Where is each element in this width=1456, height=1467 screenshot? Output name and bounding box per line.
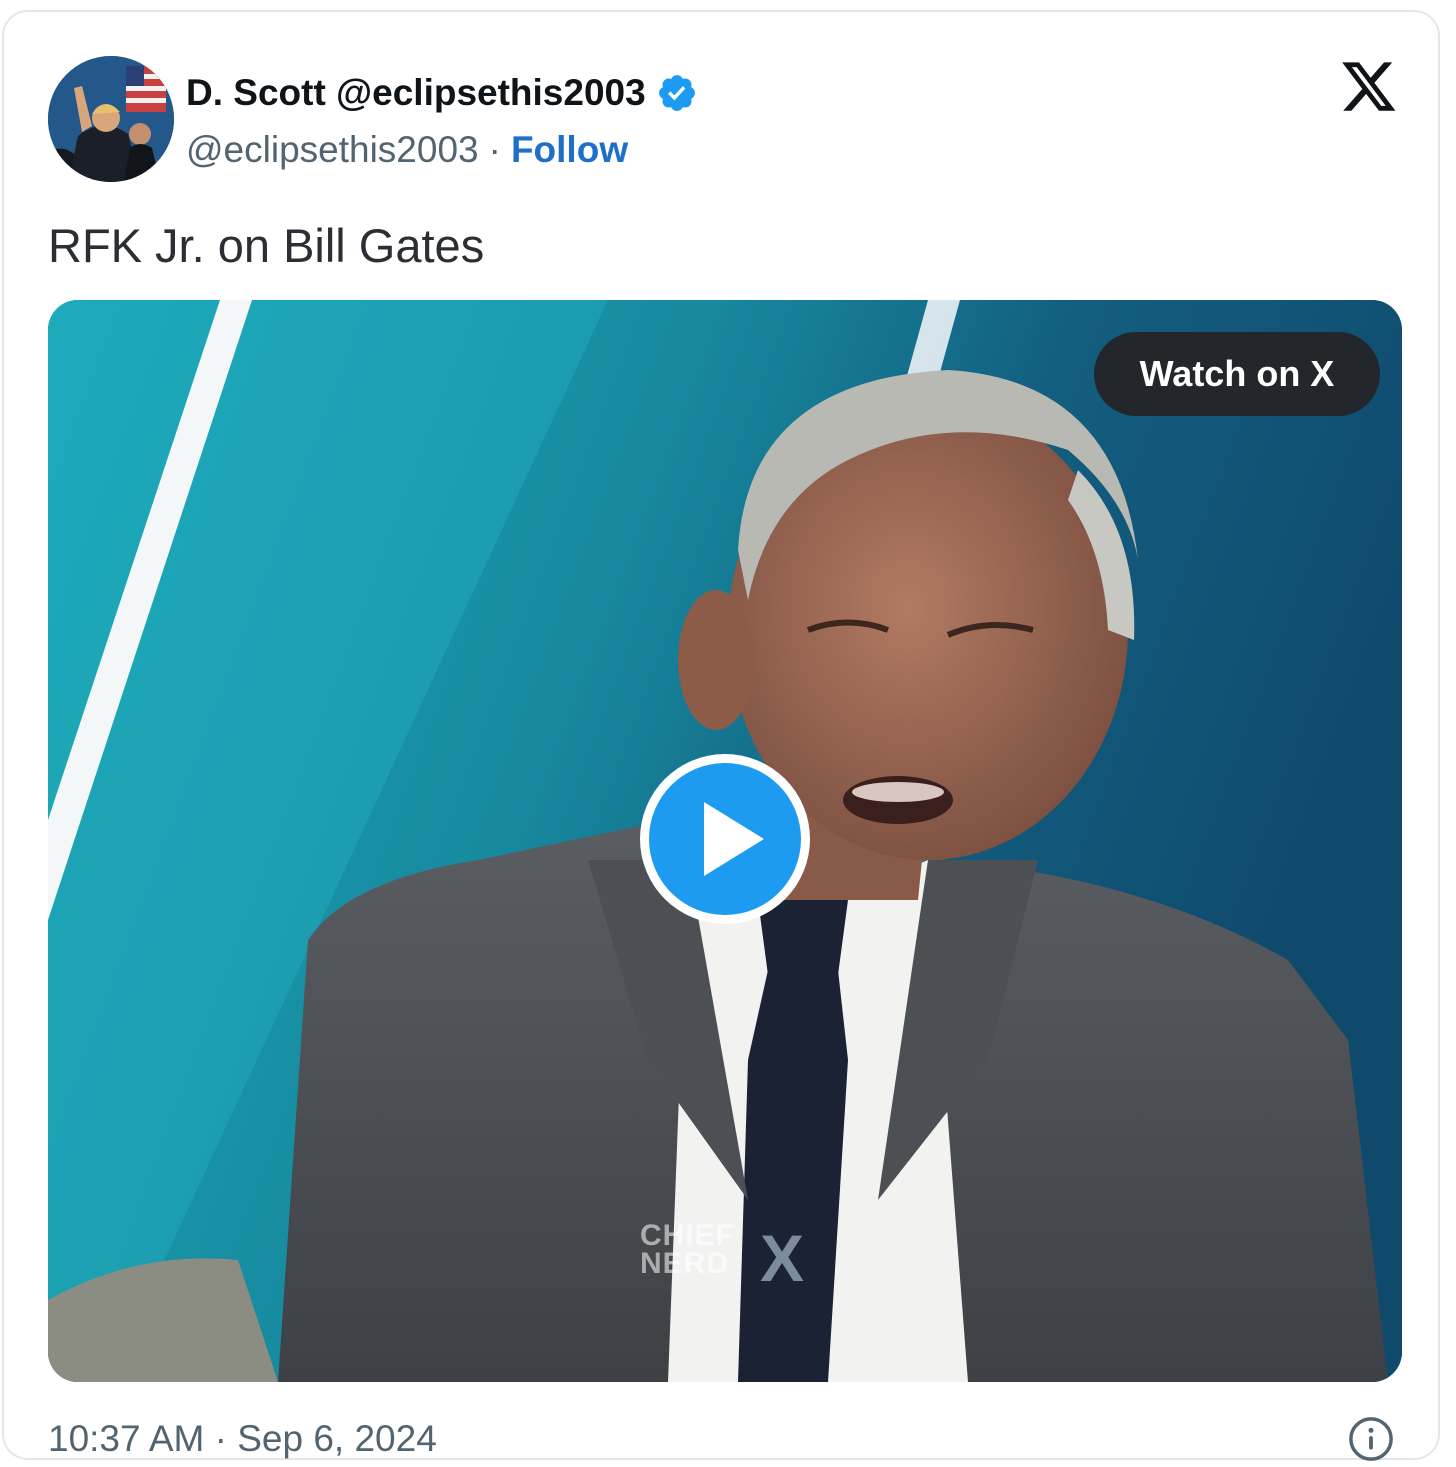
watch-on-x-button[interactable]: Watch on X [1094, 332, 1380, 416]
watermark-line-1: CHIEF [640, 1219, 735, 1252]
x-logo-icon[interactable] [1340, 62, 1398, 116]
watermark-line-2: NERD [640, 1247, 730, 1280]
tweet-text: RFK Jr. on Bill Gates [48, 219, 485, 272]
display-name[interactable]: D. Scott @eclipsethis2003 [186, 72, 646, 114]
play-icon[interactable] [636, 750, 814, 928]
tweet-timestamp[interactable]: 10:37 AM · Sep 6, 2024 [48, 1418, 437, 1460]
separator-dot: · [488, 129, 501, 170]
watermark-x-logo: X [760, 1221, 805, 1295]
author-name-row: D. Scott @eclipsethis2003 [186, 70, 698, 116]
tweet-embed-card: D. Scott @eclipsethis2003 @eclipsethis20… [2, 10, 1440, 1462]
video-thumbnail[interactable]: Watch on X CHIEF NERD X [48, 300, 1402, 1382]
handle-row: @eclipsethis2003 · Follow [186, 127, 628, 173]
author-handle[interactable]: @eclipsethis2003 [186, 129, 479, 171]
follow-button[interactable]: Follow [511, 129, 628, 171]
chief-nerd-watermark: CHIEF NERD [640, 1219, 735, 1280]
avatar[interactable] [48, 56, 174, 182]
verified-badge-icon [658, 75, 695, 111]
info-icon[interactable] [1348, 1416, 1394, 1462]
